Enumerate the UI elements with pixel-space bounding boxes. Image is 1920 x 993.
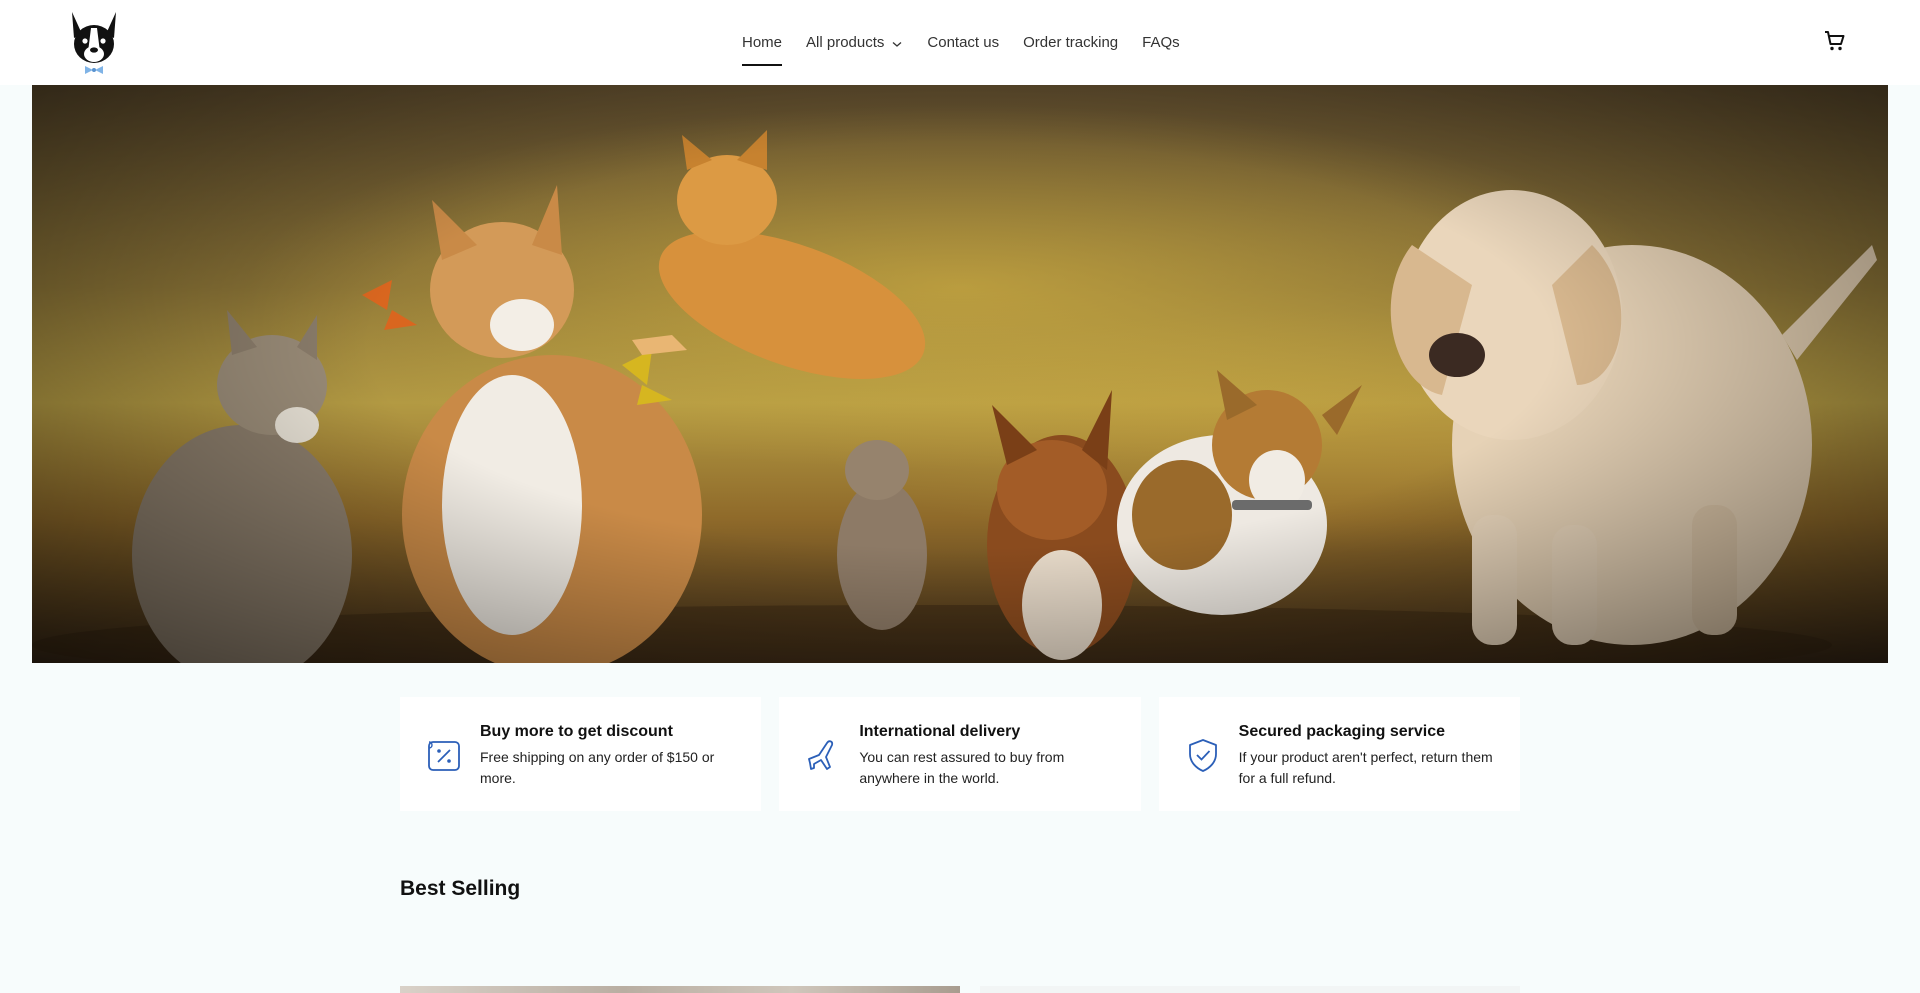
nav-item-label: Contact us <box>927 34 1000 51</box>
feature-text: Buy more to get discount Free shipping o… <box>480 721 737 789</box>
shield-check-icon <box>1185 737 1221 773</box>
feature-description: You can rest assured to buy from anywher… <box>859 749 1065 786</box>
feature-title: Secured packaging service <box>1238 723 1445 740</box>
airplane-icon <box>805 737 841 773</box>
feature-title: International delivery <box>859 723 1021 740</box>
best-selling-title: Best Selling <box>400 877 521 900</box>
nav-item-label: FAQs <box>1142 34 1180 51</box>
feature-card-discount: Buy more to get discount Free shipping o… <box>400 697 762 811</box>
product-card-image[interactable] <box>980 986 1520 993</box>
nav-item-all-products[interactable]: All products <box>806 28 903 58</box>
hero-banner <box>32 85 1888 663</box>
product-card-image[interactable] <box>400 986 960 993</box>
cart-icon[interactable] <box>1823 29 1847 53</box>
site-header: Home All products Contact us Order track… <box>0 0 1920 85</box>
nav-item-faqs[interactable]: FAQs <box>1142 28 1180 58</box>
nav-item-label: All products <box>806 34 885 51</box>
nav-item-contact-us[interactable]: Contact us <box>927 28 999 58</box>
main-nav: Home All products Contact us Order track… <box>742 0 1204 85</box>
discount-icon <box>426 737 462 773</box>
feature-card-packaging: Secured packaging service If your produc… <box>1158 697 1520 811</box>
chevron-down-icon <box>891 37 903 49</box>
nav-item-label: Home <box>742 34 783 51</box>
feature-cards: Buy more to get discount Free shipping o… <box>400 697 1520 811</box>
nav-item-home[interactable]: Home <box>742 28 783 66</box>
bulldog-logo-icon[interactable] <box>64 8 124 74</box>
feature-description: If your product aren't perfect, return t… <box>1238 749 1493 786</box>
hero-vignette <box>32 85 1888 663</box>
nav-item-label: Order tracking <box>1023 34 1119 51</box>
feature-card-delivery: International delivery You can rest assu… <box>779 697 1141 811</box>
feature-text: Secured packaging service If your produc… <box>1239 721 1496 789</box>
nav-item-order-tracking[interactable]: Order tracking <box>1023 28 1118 58</box>
feature-description: Free shipping on any order of $150 or mo… <box>480 749 715 786</box>
feature-text: International delivery You can rest assu… <box>859 721 1116 789</box>
feature-title: Buy more to get discount <box>480 723 673 740</box>
